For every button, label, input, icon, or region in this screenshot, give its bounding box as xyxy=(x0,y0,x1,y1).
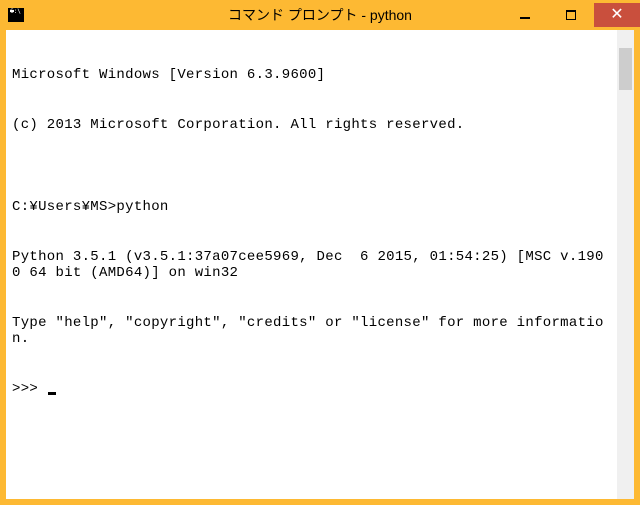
python-prompt: >>> xyxy=(12,381,47,397)
minimize-icon xyxy=(520,17,530,19)
console-prompt-line: >>> xyxy=(12,381,611,398)
console-line: (c) 2013 Microsoft Corporation. All righ… xyxy=(12,117,611,134)
console-line: C:¥Users¥MS>python xyxy=(12,199,611,216)
window: コマンド プロンプト - python ✕ Microsoft Windows … xyxy=(0,0,640,505)
minimize-button[interactable] xyxy=(502,3,548,27)
scrollbar-thumb[interactable] xyxy=(619,48,632,90)
close-icon: ✕ xyxy=(610,7,623,23)
cmd-icon xyxy=(8,8,24,22)
cursor xyxy=(48,392,56,395)
console-line: Type "help", "copyright", "credits" or "… xyxy=(12,315,611,348)
window-controls: ✕ xyxy=(502,3,640,27)
console-line: Python 3.5.1 (v3.5.1:37a07cee5969, Dec 6… xyxy=(12,249,611,282)
vertical-scrollbar[interactable] xyxy=(617,30,634,499)
maximize-icon xyxy=(566,10,576,20)
titlebar[interactable]: コマンド プロンプト - python ✕ xyxy=(0,0,640,30)
client-area: Microsoft Windows [Version 6.3.9600] (c)… xyxy=(6,30,634,499)
console-line: Microsoft Windows [Version 6.3.9600] xyxy=(12,67,611,84)
close-button[interactable]: ✕ xyxy=(594,3,640,27)
console[interactable]: Microsoft Windows [Version 6.3.9600] (c)… xyxy=(6,30,617,499)
window-title: コマンド プロンプト - python xyxy=(228,5,412,25)
maximize-button[interactable] xyxy=(548,3,594,27)
